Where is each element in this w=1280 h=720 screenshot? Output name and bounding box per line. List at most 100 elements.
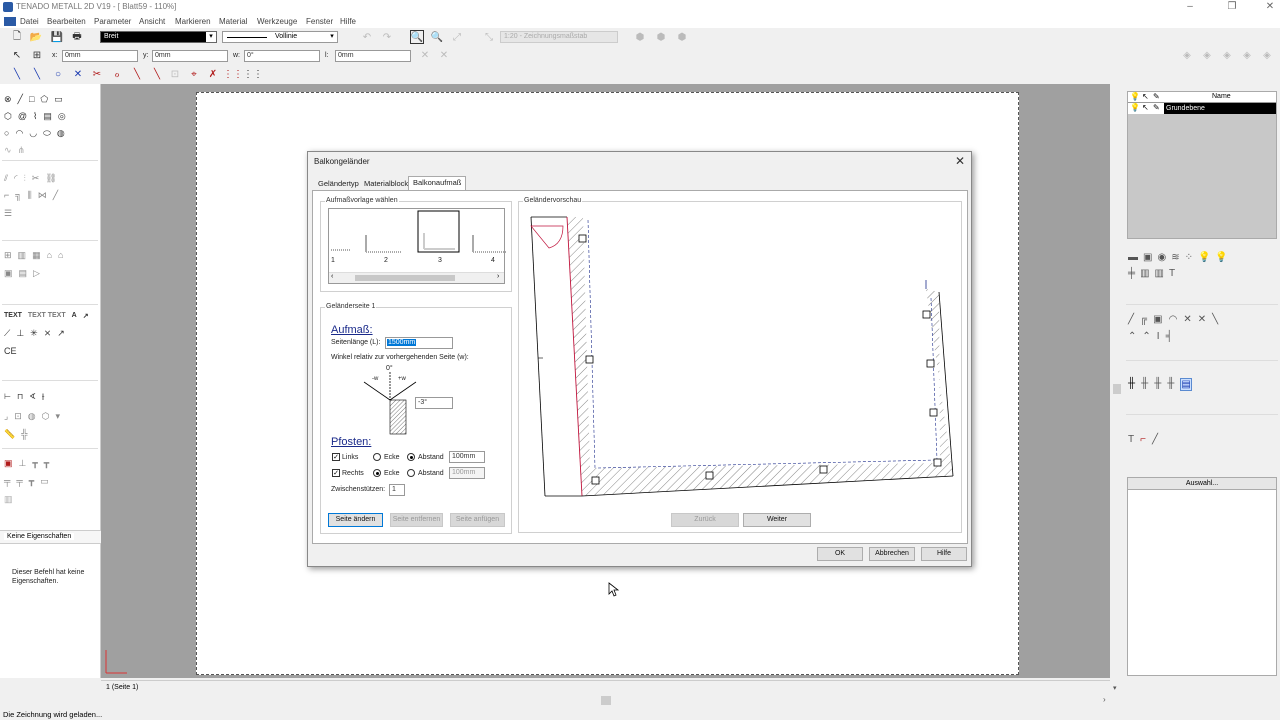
next-button[interactable]: Weiter — [743, 513, 811, 527]
template-4-label[interactable]: 4 — [491, 257, 495, 264]
change-side-button[interactable]: Seite ändern — [328, 513, 383, 527]
rail-cross-icon[interactable]: ✕ — [1183, 314, 1191, 325]
template-1-label[interactable]: 1 — [331, 257, 335, 264]
play-icon[interactable]: ▷ — [33, 268, 40, 279]
dim-cross-icon[interactable]: ⨯ — [44, 328, 52, 339]
snap-tan-icon[interactable]: ╲ — [150, 67, 164, 81]
steel-e-icon[interactable]: ▥ — [4, 494, 13, 505]
shape-tool5-icon[interactable]: ◈ — [1260, 48, 1274, 62]
cross-tool-icon[interactable]: ✕ — [71, 67, 85, 81]
block-icon[interactable]: ▥ — [18, 250, 27, 261]
menu-datei[interactable]: Datei — [20, 17, 39, 26]
steel-b-icon[interactable]: ╤ — [16, 476, 22, 487]
divide-icon[interactable]: ╱ — [53, 190, 58, 201]
profile-round-icon[interactable]: ◉ — [1157, 252, 1166, 263]
trim-icon[interactable]: ✂ — [32, 173, 40, 184]
block2-icon[interactable]: ▦ — [32, 250, 41, 261]
rail-diag-icon[interactable]: ╲ — [1212, 314, 1218, 325]
weld-icon[interactable]: ⋔ — [18, 145, 26, 156]
weld-flag-icon[interactable]: ⌐ — [1140, 434, 1146, 445]
l-input[interactable]: 0mm — [335, 50, 411, 62]
profile-rail2-icon[interactable]: ▥ — [1140, 268, 1149, 279]
steel-post3-icon[interactable]: ┳ — [44, 458, 49, 469]
layer-row[interactable]: 💡 ↖ ✎ Grundebene — [1128, 103, 1276, 114]
scroll-right-icon[interactable]: › — [1103, 695, 1106, 704]
template-scrollbar[interactable]: ‹ › — [329, 272, 504, 283]
block4-icon[interactable]: ▤ — [19, 268, 28, 279]
menu-material[interactable]: Material — [219, 17, 247, 26]
menu-markieren[interactable]: Markieren — [175, 17, 211, 26]
circle-icon[interactable]: ○ — [4, 128, 9, 139]
profile-t-icon[interactable]: T — [1169, 268, 1175, 279]
horizontal-scrollbar[interactable]: › — [101, 694, 1121, 707]
ellipse2-icon[interactable]: ◍ — [57, 128, 65, 139]
rail-i-icon[interactable]: I — [1157, 331, 1160, 342]
edit-icon[interactable]: ✎ — [1153, 103, 1160, 112]
balcony-railing3-icon[interactable]: ╫ — [1154, 378, 1161, 391]
restore-icon[interactable]: ❐ — [1226, 1, 1238, 13]
page-tab[interactable]: 1 (Seite 1) — [106, 684, 138, 691]
tab-balkonaufmass[interactable]: Balkonaufmaß — [408, 176, 467, 190]
array-icon[interactable]: ⫼ — [28, 190, 32, 201]
spiral-icon[interactable]: @ — [18, 111, 27, 122]
vscroll-thumb[interactable] — [1113, 384, 1121, 394]
cancel-input2-icon[interactable]: ✕ — [437, 48, 451, 62]
grid2-icon[interactable]: ⋮⋮ — [243, 67, 263, 81]
zoom-window-icon[interactable]: 🔍 — [410, 30, 424, 44]
polygon-icon[interactable]: ⬡ — [4, 111, 12, 122]
template-2-label[interactable]: 2 — [384, 257, 388, 264]
ellipse-icon[interactable]: ⬭ — [43, 128, 51, 139]
add-side-button[interactable]: Seite anfügen — [450, 513, 505, 527]
menu-werkzeuge[interactable]: Werkzeuge — [257, 17, 297, 26]
text-tool[interactable]: TEXT — [4, 312, 22, 320]
menu-ansicht[interactable]: Ansicht — [139, 17, 165, 26]
save-icon[interactable]: 💾 — [50, 30, 64, 44]
rail-cross2-icon[interactable]: ✕ — [1198, 314, 1206, 325]
cancel-input-icon[interactable]: ✕ — [418, 48, 432, 62]
profile-rail3-icon[interactable]: ▥ — [1155, 268, 1164, 279]
menu-bearbeiten[interactable]: Bearbeiten — [47, 17, 86, 26]
text-frame-icon[interactable]: ▤ — [43, 111, 52, 122]
dim-icon[interactable]: ↗ — [83, 312, 89, 320]
bend-icon[interactable]: ⌐ — [4, 190, 9, 201]
snap-perp-icon[interactable]: ╲ — [130, 67, 144, 81]
back-button[interactable]: Zurück — [671, 513, 739, 527]
balcony-railing-icon[interactable]: ╫ — [1128, 378, 1135, 391]
selection-button[interactable]: Auswahl... — [1128, 478, 1276, 490]
ok-button[interactable]: OK — [817, 547, 863, 561]
properties-tab[interactable]: Keine Eigenschaften — [4, 533, 75, 540]
right-distance-input[interactable]: 100mm — [449, 467, 485, 479]
measure-circle-icon[interactable]: ◍ — [28, 411, 36, 422]
snap-point-icon[interactable]: ⌖ — [187, 67, 201, 81]
open-folder-icon[interactable]: 📂 — [29, 30, 43, 44]
line-icon[interactable]: ╱ — [18, 94, 23, 105]
cancel-button[interactable]: Abbrechen — [869, 547, 915, 561]
menu-parameter[interactable]: Parameter — [94, 17, 131, 26]
text-a-icon[interactable]: A — [72, 312, 77, 320]
measure-ruler-icon[interactable]: 📏 — [4, 429, 15, 440]
pentagon-icon[interactable]: ⬠ — [40, 94, 48, 105]
steel-d-icon[interactable]: ▭ — [40, 476, 49, 487]
layer-group2-icon[interactable]: ⬢ — [654, 30, 668, 44]
remove-side-button[interactable]: Seite entfernen — [390, 513, 443, 527]
measure-angle-icon[interactable]: ∢ — [29, 392, 36, 402]
visible-icon[interactable]: 💡 — [1130, 103, 1140, 112]
profile-bulb-icon[interactable]: 💡 — [1198, 252, 1210, 263]
measure-icon[interactable]: ⤡ — [482, 30, 496, 44]
template-list[interactable]: 1 2 3 4 ‹ › — [328, 208, 506, 284]
offset-icon[interactable]: ⫽ — [4, 173, 8, 184]
steel-post2-icon[interactable]: ┳ — [32, 458, 37, 469]
rounded-rect-icon[interactable]: ▭ — [54, 94, 63, 105]
snap-end-icon[interactable]: ✂ — [90, 67, 104, 81]
print-icon[interactable]: 🖶 — [70, 30, 84, 44]
shape-tool3-icon[interactable]: ◈ — [1220, 48, 1234, 62]
rectangle-icon[interactable]: □ — [29, 94, 34, 105]
x-input[interactable]: 0mm — [62, 50, 138, 62]
snap-mid-icon[interactable]: ℴ — [110, 67, 124, 81]
hatch-icon[interactable]: ⌇ — [33, 111, 37, 122]
point-icon[interactable]: ⊗ — [4, 94, 12, 105]
steel-a-icon[interactable]: ╤ — [4, 476, 10, 487]
line2-tool-icon[interactable]: ╲ — [30, 67, 44, 81]
rail-box-icon[interactable]: ▣ — [1153, 314, 1162, 325]
measure-poly-icon[interactable]: ⬡ — [42, 411, 50, 422]
